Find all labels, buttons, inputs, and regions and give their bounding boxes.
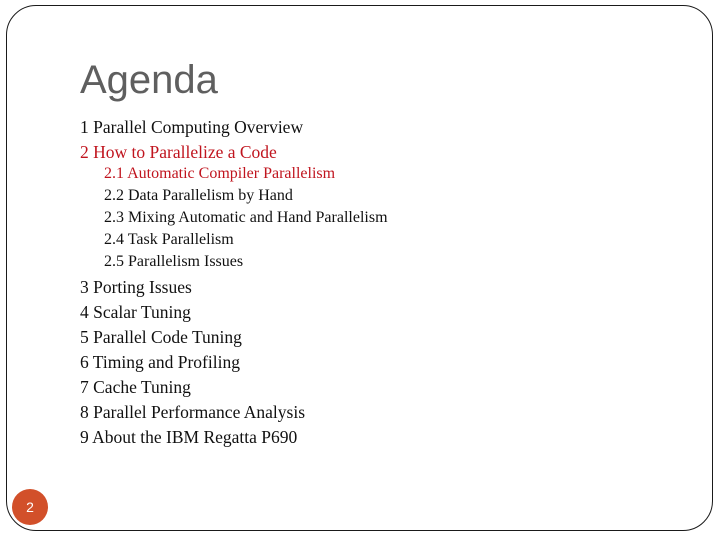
agenda-item: 3 Porting Issues [80, 277, 192, 297]
agenda-item: 6 Timing and Profiling [80, 352, 240, 372]
agenda-subitem: 2.4 Task Parallelism [104, 231, 234, 248]
agenda-item: 5 Parallel Code Tuning [80, 327, 242, 347]
agenda-subitem: 2.3 Mixing Automatic and Hand Parallelis… [104, 209, 388, 226]
agenda-subitem: 2.2 Data Parallelism by Hand [104, 187, 293, 204]
page-number-badge: 2 [12, 489, 48, 525]
agenda-item-current: 2 How to Parallelize a Code [80, 142, 277, 162]
agenda-item: 7 Cache Tuning [80, 377, 191, 397]
agenda-subitem: 2.5 Parallelism Issues [104, 253, 244, 270]
slide-title: Agenda [80, 58, 218, 102]
agenda-subitem-current: 2.1 Automatic Compiler Parallelism [104, 165, 336, 182]
agenda-item: 9 About the IBM Regatta P690 [80, 427, 298, 447]
agenda-item: 4 Scalar Tuning [80, 302, 191, 322]
agenda-item: 8 Parallel Performance Analysis [80, 402, 306, 422]
agenda-item: 1 Parallel Computing Overview [80, 117, 304, 137]
